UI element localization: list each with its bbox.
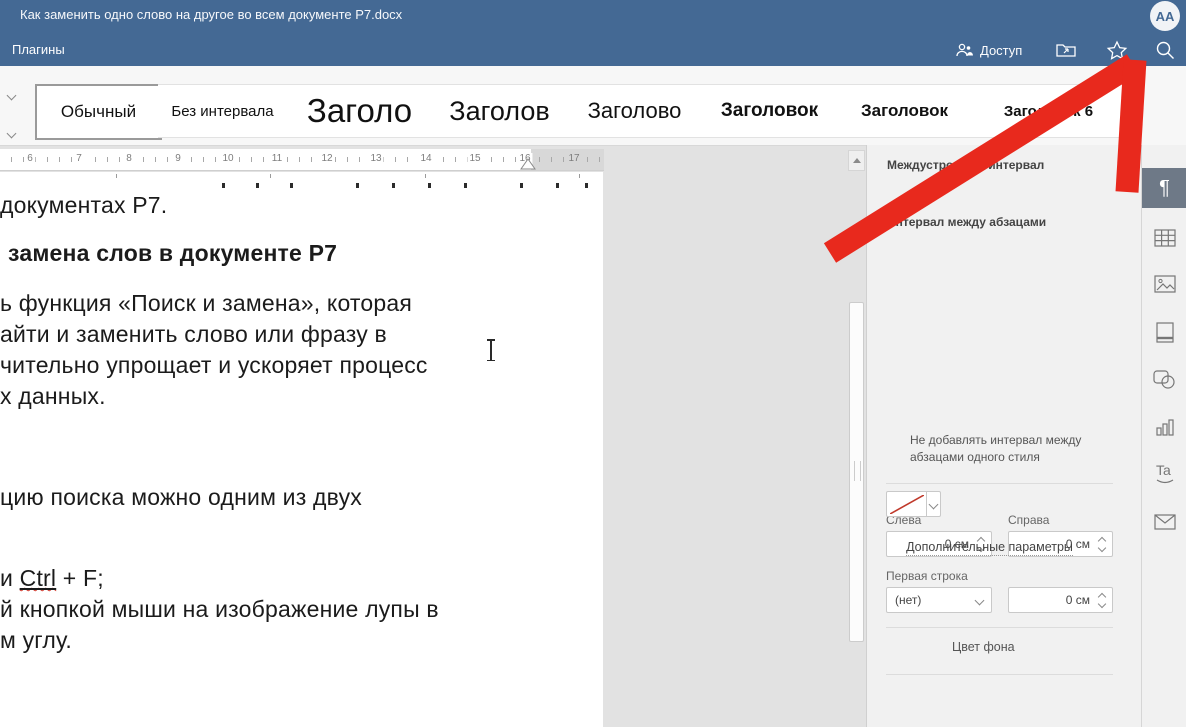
doc-line-ctrl: и Ctrl + F; <box>0 565 104 592</box>
ruler-ticks <box>0 157 604 162</box>
doc-line: х данных. <box>0 383 106 410</box>
text-cursor-ibeam <box>486 337 496 363</box>
ruler-number: 6 <box>25 153 35 164</box>
doc-heading: замена слов в документе Р7 <box>8 240 337 267</box>
ruler-number: 7 <box>74 153 84 164</box>
share-access-label: Доступ <box>980 43 1022 58</box>
right-toolbar: ¶ Ta <box>1141 145 1186 727</box>
doc-line: цию поиска можно одним из двух <box>0 484 362 511</box>
doc-line: чительно упрощает и ускоряет процесс <box>0 352 428 379</box>
no-color-swatch <box>887 492 927 516</box>
svg-text:Ta: Ta <box>1156 462 1171 478</box>
doc-line: ь функция «Поиск и замена», которая <box>0 290 412 317</box>
image-icon <box>1154 275 1176 293</box>
background-color-picker[interactable] <box>886 491 941 517</box>
search-icon <box>1154 39 1176 61</box>
no-spacing-between-label: Не добавлять интервал между абзацами одн… <box>910 432 1118 466</box>
paragraph-settings-tool[interactable]: ¶ <box>1142 168 1186 208</box>
stepper-arrows-icon[interactable] <box>1098 591 1108 611</box>
background-color-label: Цвет фона <box>952 640 1015 654</box>
ruler-number: 15 <box>467 153 482 164</box>
line-spacing-title: Междустрочный интервал <box>887 158 1044 172</box>
style-normal[interactable]: Обычный <box>35 84 162 140</box>
divider <box>886 674 1113 675</box>
indent-marker[interactable] <box>520 158 536 170</box>
folder-icon <box>1055 41 1077 59</box>
divider <box>886 483 1113 484</box>
doc-line: документах Р7. <box>0 192 167 219</box>
chart-icon <box>1155 418 1175 436</box>
avatar[interactable]: AA <box>1150 1 1180 31</box>
doc-line: й кнопкой мыши на изображение лупы в <box>0 596 439 623</box>
page-icon <box>1156 322 1174 343</box>
first-line-stepper[interactable]: 0 см <box>1008 587 1113 613</box>
style-heading6[interactable]: Заголовок 6 <box>972 84 1126 138</box>
app-window: Как заменить одно слово на другое во все… <box>0 0 1186 727</box>
mail-merge-tool[interactable] <box>1142 502 1186 542</box>
gallery-chevron-up-icon[interactable] <box>8 86 18 96</box>
star-icon <box>1106 40 1128 61</box>
style-heading4[interactable]: Заголовок <box>702 84 838 138</box>
first-line-label: Первая строка <box>886 569 968 583</box>
ruler-number: 12 <box>319 153 334 164</box>
gallery-chevron-down-icon[interactable] <box>8 124 18 134</box>
first-line-dropdown[interactable]: (нет) <box>886 587 992 613</box>
shape-icon <box>1153 370 1176 389</box>
doc-line: айти и заменить слово или фразу в <box>0 321 387 348</box>
chart-settings-tool[interactable] <box>1142 407 1186 447</box>
scrollbar-up-button[interactable] <box>848 150 865 171</box>
ruler-number: 8 <box>124 153 134 164</box>
style-no-spacing[interactable]: Без интервала <box>158 84 288 138</box>
ruler-number: 14 <box>418 153 433 164</box>
style-heading1[interactable]: Заголо <box>287 84 433 138</box>
users-icon <box>955 42 975 58</box>
advanced-settings-link[interactable]: Дополнительные параметры <box>866 540 1113 554</box>
style-heading5[interactable]: Заголовок <box>837 84 973 138</box>
scrollbar-thumb[interactable] <box>849 302 864 642</box>
envelope-icon <box>1154 514 1176 530</box>
document-title: Как заменить одно слово на другое во все… <box>20 7 402 22</box>
paragraph-spacing-title: Интервал между абзацами <box>887 215 1046 229</box>
right-label: Справа <box>1008 513 1049 527</box>
style-heading2[interactable]: Заголов <box>432 84 568 138</box>
styles-ribbon: Обычный Без интервала Заголо Заголов Заг… <box>0 66 1186 146</box>
chevron-down-icon <box>975 595 985 605</box>
headers-footers-tool[interactable] <box>1142 312 1186 352</box>
style-heading3[interactable]: Заголово <box>567 84 703 138</box>
header-bar: Как заменить одно слово на другое во все… <box>0 0 1186 66</box>
textart-icon: Ta <box>1154 462 1176 484</box>
open-file-location-button[interactable] <box>1055 38 1077 62</box>
shape-settings-tool[interactable] <box>1142 359 1186 399</box>
ruler-number: 9 <box>173 153 183 164</box>
doc-line: м углу. <box>0 627 72 654</box>
ruler-number: 17 <box>566 153 581 164</box>
ruler-number: 10 <box>220 153 235 164</box>
table-settings-tool[interactable] <box>1142 218 1186 258</box>
search-button[interactable] <box>1154 38 1176 62</box>
divider <box>886 627 1113 628</box>
ctrl-underlined: Ctrl <box>20 565 57 591</box>
table-icon <box>1154 229 1176 247</box>
image-settings-tool[interactable] <box>1142 264 1186 304</box>
document-page[interactable]: документах Р7. замена слов в документе Р… <box>0 172 603 727</box>
share-access-button[interactable]: Доступ <box>955 38 1022 62</box>
ruler-number: 13 <box>368 153 383 164</box>
ruler-number: 11 <box>270 153 284 164</box>
favorite-button[interactable] <box>1106 38 1128 62</box>
tab-plugins[interactable]: Плагины <box>8 40 69 59</box>
check-icon: ✓ <box>1126 96 1144 114</box>
horizontal-ruler[interactable]: 6 7 8 9 10 11 12 13 14 15 16 17 <box>0 149 604 171</box>
chevron-down-icon <box>929 500 939 510</box>
textart-settings-tool[interactable]: Ta <box>1142 453 1186 493</box>
